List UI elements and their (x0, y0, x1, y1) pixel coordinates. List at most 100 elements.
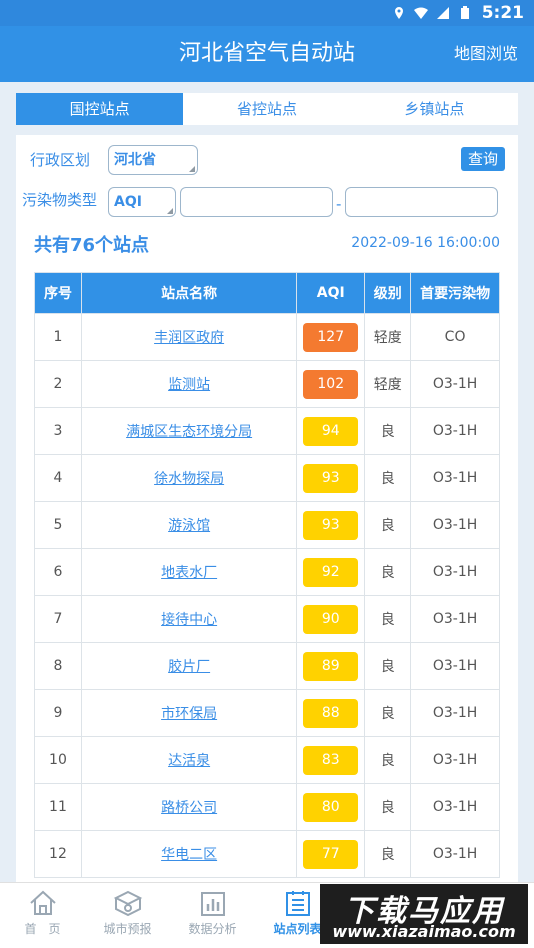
row-level: 良 (364, 548, 412, 596)
station-type-tabs: 国控站点 省控站点 乡镇站点 (16, 93, 518, 125)
station-name-link[interactable]: 满城区生态环境分局 (126, 424, 252, 440)
row-name-cell: 游泳馆 (80, 501, 298, 549)
table-row: 4 徐水物探局 93 良 O3-1H (34, 454, 500, 502)
row-pollutant: O3-1H (410, 454, 500, 502)
clock: 5:21 (481, 3, 524, 23)
pollutant-label: 污染物类型 (22, 191, 98, 209)
row-no: 11 (34, 783, 82, 831)
nav-home-label: 首 页 (24, 922, 61, 936)
dropdown-corner-icon (189, 166, 195, 172)
row-pollutant: O3-1H (410, 736, 500, 784)
row-name-cell: 徐水物探局 (80, 454, 298, 502)
row-pollutant: CO (410, 313, 500, 361)
station-name-link[interactable]: 华电二区 (161, 847, 217, 863)
row-level: 良 (364, 689, 412, 737)
row-aqi-cell: 77 (296, 830, 366, 878)
station-count: 共有76个站点 (34, 235, 150, 256)
row-no: 1 (34, 313, 82, 361)
station-name-link[interactable]: 接待中心 (161, 612, 217, 628)
row-name-cell: 满城区生态环境分局 (80, 407, 298, 455)
aqi-badge: 88 (303, 698, 359, 728)
station-table: 序号 站点名称 AQI 级别 首要污染物 1 丰润区政府 127 轻度 CO 2 监测站 10… (34, 272, 500, 878)
header-level: 级别 (364, 272, 412, 314)
station-name-link[interactable]: 市环保局 (161, 706, 217, 722)
row-aqi-cell: 92 (296, 548, 366, 596)
app-bar: 河北省空气自动站 地图浏览 (0, 26, 534, 82)
nav-station-list-label: 站点列表 (273, 922, 322, 936)
aqi-badge: 92 (303, 557, 359, 587)
watermark-logo: 下载马应用 www.xiazaimao.com (320, 884, 528, 944)
region-label: 行政区划 (30, 151, 91, 169)
home-icon (29, 890, 56, 915)
range-min-input[interactable] (180, 187, 333, 217)
range-max-input[interactable] (345, 187, 498, 217)
row-no: 9 (34, 689, 82, 737)
row-no: 3 (34, 407, 82, 455)
row-level: 良 (364, 736, 412, 784)
pollutant-select[interactable]: AQI (108, 187, 176, 217)
table-row: 7 接待中心 90 良 O3-1H (34, 595, 500, 643)
row-level: 良 (364, 407, 412, 455)
station-name-link[interactable]: 路桥公司 (161, 800, 217, 816)
row-name-cell: 华电二区 (80, 830, 298, 878)
row-no: 10 (34, 736, 82, 784)
row-pollutant: O3-1H (410, 501, 500, 549)
row-aqi-cell: 93 (296, 501, 366, 549)
table-row: 2 监测站 102 轻度 O3-1H (34, 360, 500, 408)
map-browse-button[interactable]: 地图浏览 (454, 26, 518, 82)
row-aqi-cell: 80 (296, 783, 366, 831)
row-name-cell: 路桥公司 (80, 783, 298, 831)
row-pollutant: O3-1H (410, 595, 500, 643)
station-name-link[interactable]: 监测站 (168, 377, 210, 393)
row-name-cell: 接待中心 (80, 595, 298, 643)
nav-analysis[interactable]: 数据分析 (170, 883, 255, 948)
station-name-link[interactable]: 游泳馆 (168, 518, 210, 534)
station-name-link[interactable]: 地表水厂 (161, 565, 217, 581)
table-row: 11 路桥公司 80 良 O3-1H (34, 783, 500, 831)
aqi-badge: 80 (303, 792, 359, 822)
row-no: 4 (34, 454, 82, 502)
aqi-badge: 83 (303, 745, 359, 775)
row-pollutant: O3-1H (410, 407, 500, 455)
row-no: 8 (34, 642, 82, 690)
wifi-icon (413, 7, 428, 19)
row-aqi-cell: 90 (296, 595, 366, 643)
row-name-cell: 达活泉 (80, 736, 298, 784)
row-name-cell: 地表水厂 (80, 548, 298, 596)
station-name-link[interactable]: 达活泉 (168, 753, 210, 769)
row-aqi-cell: 127 (296, 313, 366, 361)
row-level: 轻度 (364, 313, 412, 361)
row-aqi-cell: 88 (296, 689, 366, 737)
forecast-icon (113, 890, 142, 917)
row-pollutant: O3-1H (410, 830, 500, 878)
station-name-link[interactable]: 徐水物探局 (154, 471, 224, 487)
table-row: 5 游泳馆 93 良 O3-1H (34, 501, 500, 549)
aqi-badge: 90 (303, 604, 359, 634)
status-bar: 5:21 (0, 0, 534, 26)
aqi-badge: 102 (303, 369, 359, 399)
tab-township[interactable]: 乡镇站点 (351, 93, 518, 125)
row-level: 良 (364, 501, 412, 549)
nav-home[interactable]: 首 页 (0, 883, 85, 948)
row-no: 2 (34, 360, 82, 408)
region-select[interactable]: 河北省 (108, 145, 198, 175)
nav-forecast[interactable]: 城市预报 (85, 883, 170, 948)
tab-national[interactable]: 国控站点 (16, 93, 184, 125)
watermark-sub: www.xiazaimao.com (332, 922, 516, 941)
row-level: 轻度 (364, 360, 412, 408)
query-button[interactable]: 查询 (461, 147, 505, 171)
tab-provincial[interactable]: 省控站点 (183, 93, 350, 125)
row-no: 5 (34, 501, 82, 549)
row-level: 良 (364, 783, 412, 831)
row-pollutant: O3-1H (410, 548, 500, 596)
row-level: 良 (364, 830, 412, 878)
station-name-link[interactable]: 胶片厂 (168, 659, 210, 675)
aqi-badge: 127 (303, 322, 359, 352)
station-name-link[interactable]: 丰润区政府 (154, 330, 224, 346)
row-aqi-cell: 94 (296, 407, 366, 455)
table-row: 8 胶片厂 89 良 O3-1H (34, 642, 500, 690)
row-level: 良 (364, 454, 412, 502)
row-no: 7 (34, 595, 82, 643)
dropdown-corner-icon (167, 208, 173, 214)
table-header-row: 序号 站点名称 AQI 级别 首要污染物 (34, 272, 500, 314)
